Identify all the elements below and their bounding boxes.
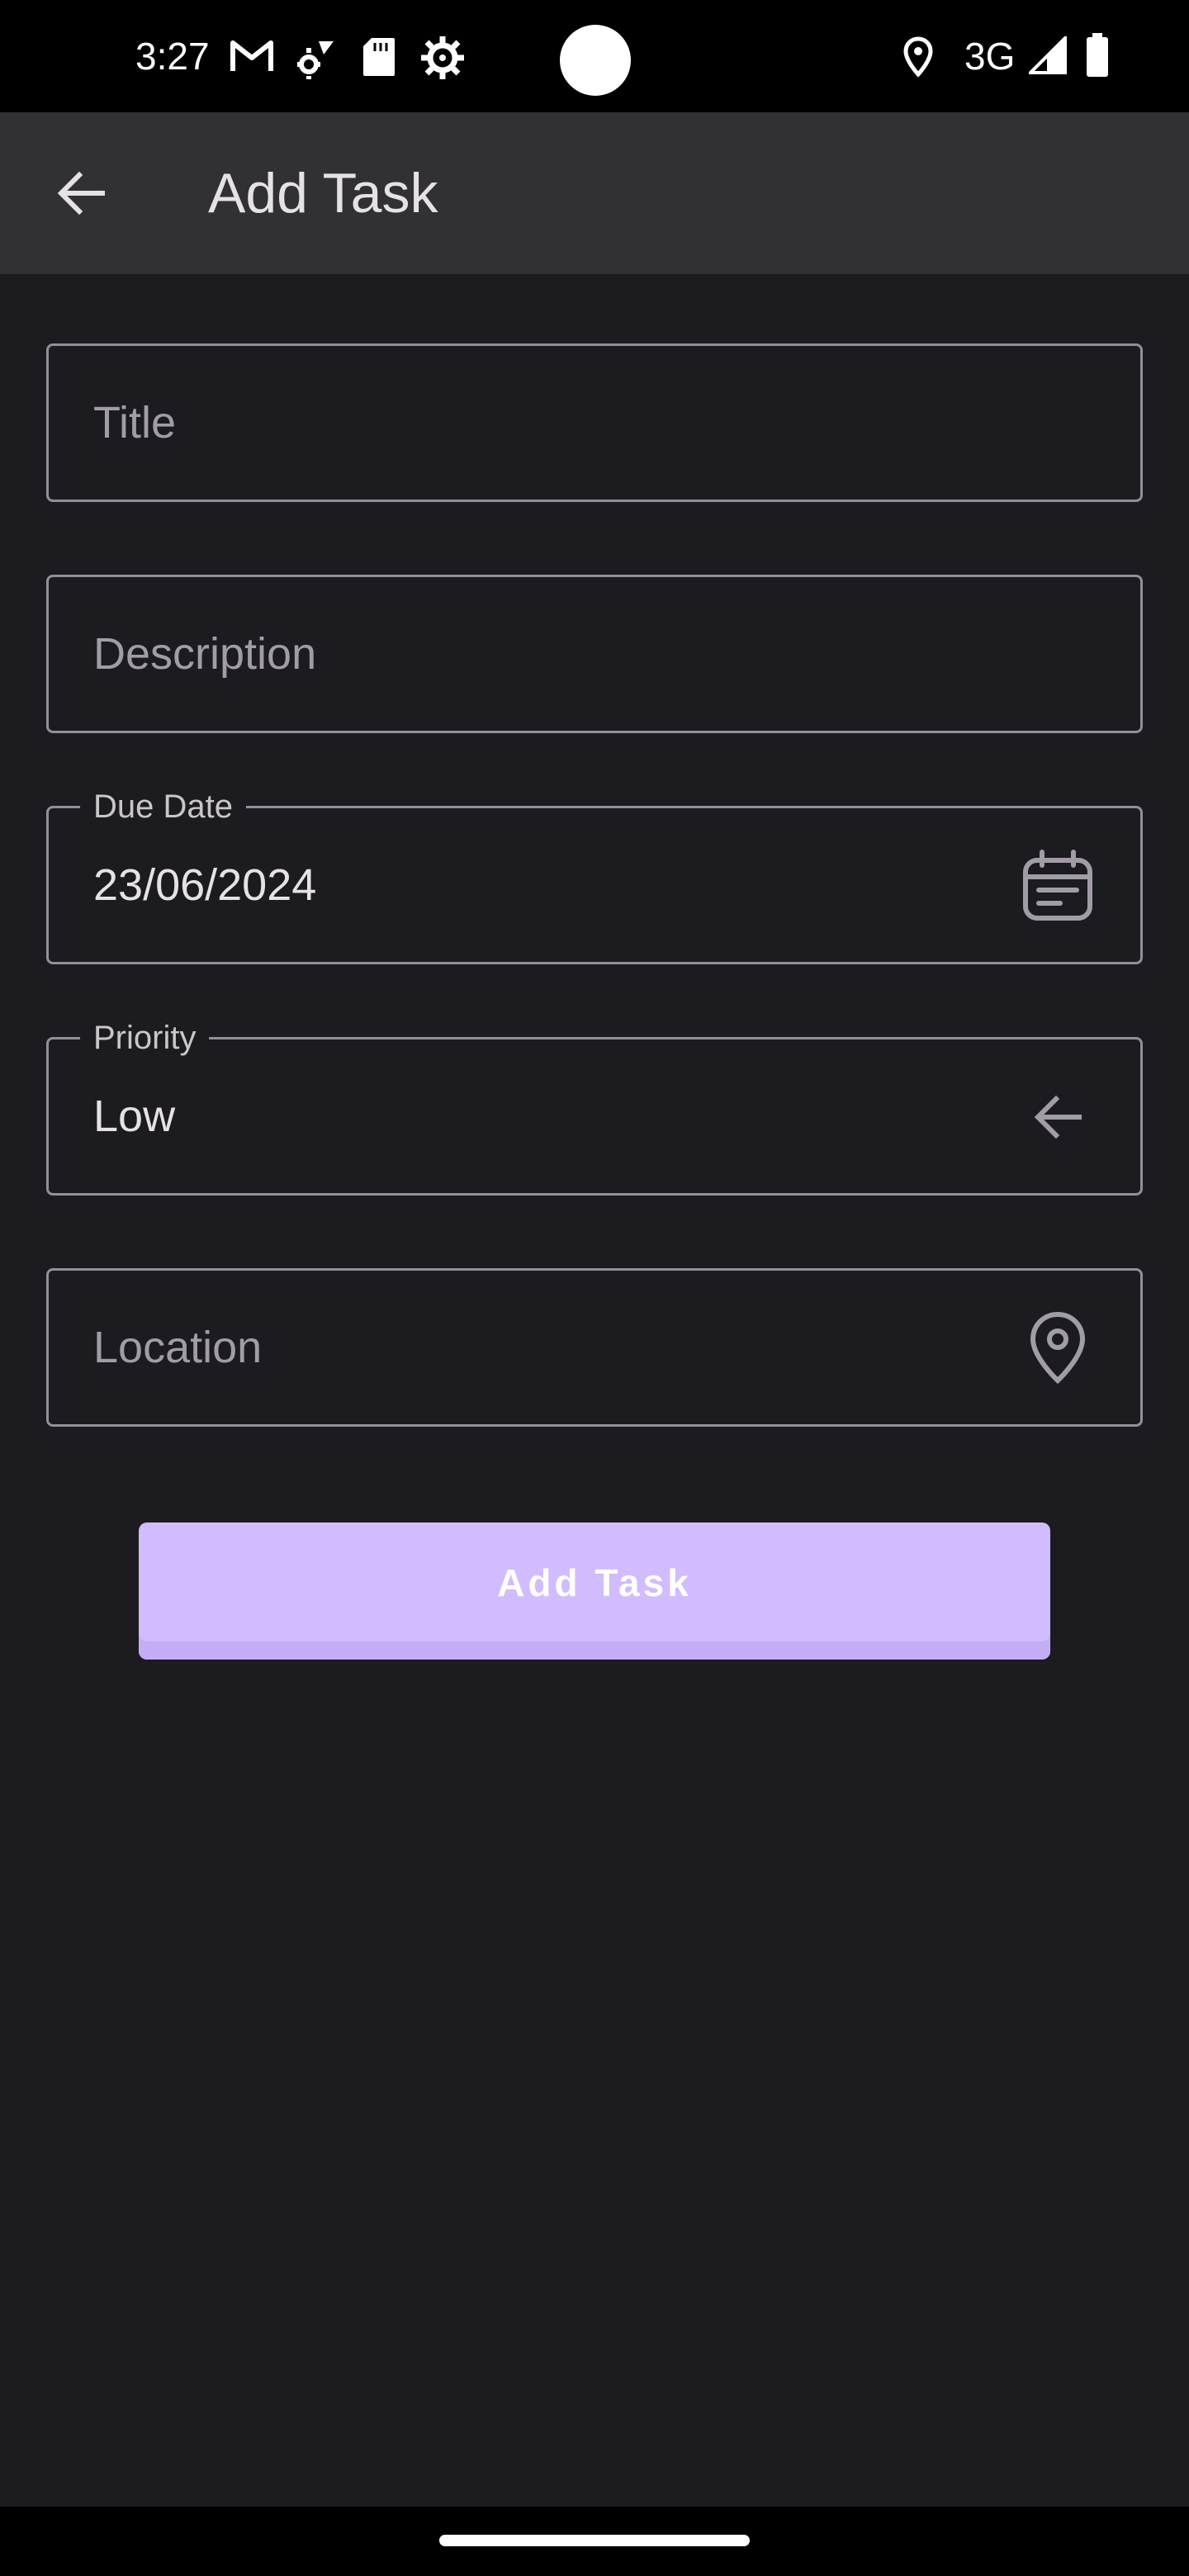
priority-value: Low bbox=[93, 1091, 176, 1141]
page-title: Add Task bbox=[208, 162, 438, 225]
arrow-back-icon bbox=[57, 171, 105, 215]
home-gesture-handle[interactable] bbox=[439, 2535, 750, 2546]
signal-icon bbox=[1029, 36, 1067, 74]
add-task-button-label: Add Task bbox=[497, 1561, 692, 1604]
title-field[interactable]: Title bbox=[46, 343, 1143, 502]
calendar-button[interactable] bbox=[1018, 846, 1097, 926]
location-field[interactable]: Location bbox=[46, 1268, 1143, 1427]
location-placeholder: Location bbox=[93, 1323, 263, 1372]
battery-icon bbox=[1087, 33, 1108, 77]
calendar-icon bbox=[1023, 850, 1092, 921]
description-field[interactable]: Description bbox=[46, 575, 1143, 733]
location-icon bbox=[903, 36, 933, 78]
gear-icon bbox=[421, 36, 464, 79]
status-time: 3:27 bbox=[135, 35, 210, 78]
add-task-button[interactable]: Add Task bbox=[139, 1522, 1050, 1660]
navigation-bar bbox=[0, 2507, 1189, 2576]
priority-dropdown-toggle[interactable] bbox=[1018, 1077, 1097, 1157]
arrow-back-icon bbox=[1034, 1095, 1082, 1139]
status-bar: 3:27 3G bbox=[0, 0, 1189, 112]
title-placeholder: Title bbox=[93, 398, 177, 447]
priority-dropdown[interactable]: Priority Low bbox=[46, 1018, 1143, 1196]
description-placeholder: Description bbox=[93, 629, 317, 679]
location-button[interactable] bbox=[1018, 1309, 1097, 1388]
due-date-value: 23/06/2024 bbox=[93, 860, 317, 910]
front-camera bbox=[560, 25, 631, 96]
app-bar: Add Task bbox=[0, 112, 1189, 274]
due-date-field[interactable]: Due Date 23/06/2024 bbox=[46, 787, 1143, 964]
location-pin-icon bbox=[1030, 1311, 1086, 1385]
network-type: 3G bbox=[964, 35, 1016, 78]
sd-card-icon bbox=[363, 38, 395, 76]
settings-sync-icon bbox=[297, 41, 334, 79]
back-button[interactable] bbox=[41, 154, 121, 233]
gmail-icon bbox=[230, 40, 273, 71]
